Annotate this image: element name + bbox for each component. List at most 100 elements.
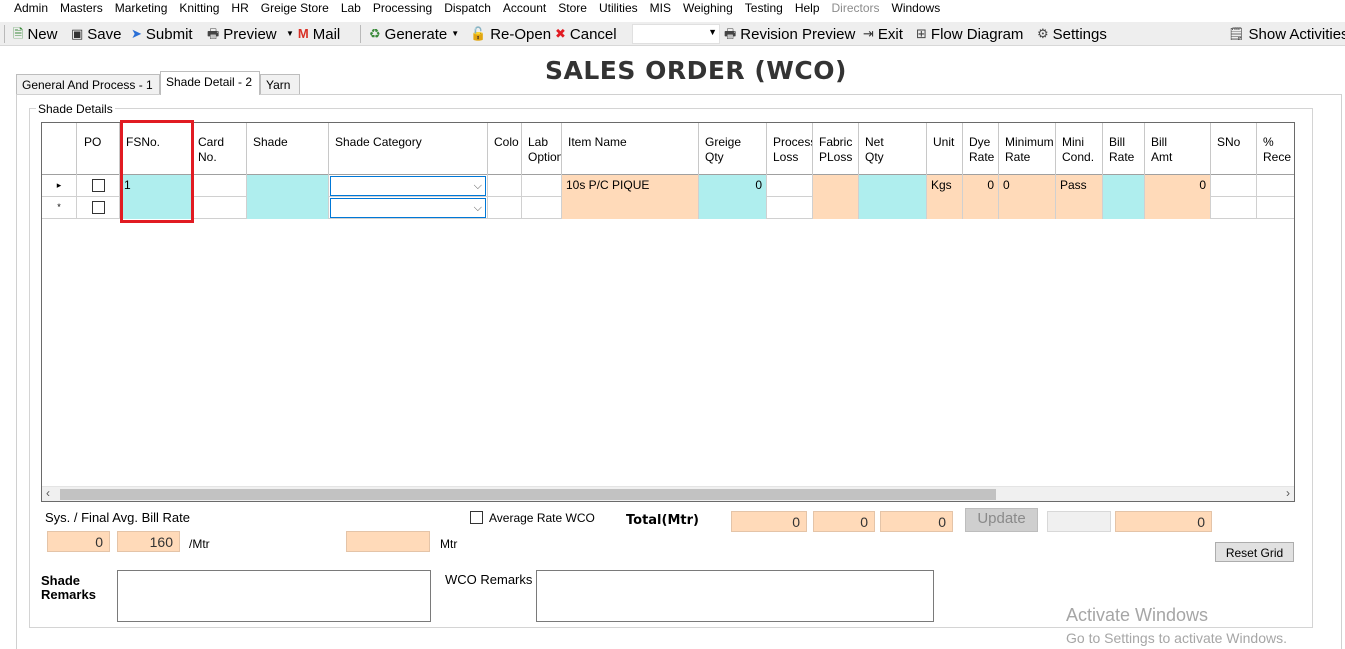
greige-qty-cell[interactable] <box>699 197 767 219</box>
preview-button[interactable]: 🖶 Preview <box>207 25 277 43</box>
mini-cond-cell[interactable] <box>1056 197 1103 219</box>
revision-preview-button[interactable]: 🖶 Revision Preview <box>724 25 855 43</box>
menu-testing[interactable]: Testing <box>739 0 789 16</box>
shade-category-select[interactable]: ⌵ <box>330 176 486 196</box>
col-shade[interactable]: Shade <box>247 123 329 175</box>
scroll-right-icon[interactable]: › <box>1286 486 1290 500</box>
dye-rate-cell[interactable] <box>963 197 999 219</box>
update-button[interactable]: Update <box>965 508 1038 532</box>
mtr-field[interactable] <box>346 531 430 552</box>
minimum-rate-cell[interactable] <box>999 197 1056 219</box>
col-shade-category[interactable]: Shade Category <box>329 123 488 175</box>
unit-cell[interactable] <box>927 197 963 219</box>
new-button[interactable]: 🗎 New <box>13 25 57 43</box>
fabric-ploss-cell[interactable] <box>813 175 859 197</box>
bill-amt-cell[interactable] <box>1145 197 1211 219</box>
bill-amt-cell[interactable]: 0 <box>1145 175 1211 197</box>
col-dye-rate[interactable]: Dye Rate <box>963 123 999 175</box>
table-row[interactable]: * ⌵ <box>42 197 1294 219</box>
shade-category-cell[interactable]: ⌵ <box>329 197 488 219</box>
col-unit[interactable]: Unit <box>927 123 963 175</box>
col-bill-amt[interactable]: Bill Amt <box>1145 123 1211 175</box>
mini-cond-cell[interactable]: Pass <box>1056 175 1103 197</box>
col-colo[interactable]: Colo <box>488 123 522 175</box>
menu-knitting[interactable]: Knitting <box>173 0 225 16</box>
table-row[interactable]: ▸ 1 ⌵ 10s P/C PIQUE 0 Kgs 0 0 Pass 0 <box>42 175 1294 197</box>
fabric-ploss-cell[interactable] <box>813 197 859 219</box>
tab-yarn[interactable]: Yarn <box>260 74 300 94</box>
menu-hr[interactable]: HR <box>225 0 254 16</box>
col-card-no[interactable]: Card No. <box>192 123 247 175</box>
shade-category-select[interactable]: ⌵ <box>330 198 486 218</box>
col-bill-rate[interactable]: Bill Rate <box>1103 123 1145 175</box>
settings-button[interactable]: ⚙ Settings <box>1037 25 1107 43</box>
total-field-2[interactable]: 0 <box>813 511 875 532</box>
net-qty-cell[interactable] <box>859 175 927 197</box>
item-name-cell[interactable]: 10s P/C PIQUE <box>562 175 699 197</box>
horizontal-scrollbar[interactable]: ‹ › <box>42 486 1294 501</box>
cancel-button[interactable]: ✖ Cancel <box>555 25 617 43</box>
col-fabric-ploss[interactable]: Fabric PLoss <box>813 123 859 175</box>
shade-cell[interactable] <box>247 197 329 219</box>
tab-shade-detail[interactable]: Shade Detail - 2 <box>160 71 260 95</box>
rece-cell[interactable] <box>1257 197 1294 219</box>
shade-category-cell[interactable]: ⌵ <box>329 175 488 197</box>
menu-admin[interactable]: Admin <box>0 0 54 16</box>
wco-remarks-input[interactable] <box>536 570 934 622</box>
menu-account[interactable]: Account <box>497 0 552 16</box>
col-process-loss[interactable]: Process Loss <box>767 123 813 175</box>
scroll-left-icon[interactable]: ‹ <box>46 486 50 500</box>
submit-button[interactable]: ➤ Submit <box>131 25 193 43</box>
card-no-cell[interactable] <box>192 197 247 219</box>
menu-marketing[interactable]: Marketing <box>109 0 174 16</box>
tab-general-and-process[interactable]: General And Process - 1 <box>16 74 160 94</box>
save-button[interactable]: ▣ Save <box>71 25 122 43</box>
col-lab-option[interactable]: Lab Option <box>522 123 562 175</box>
col-rece[interactable]: % Rece <box>1257 123 1294 175</box>
final-rate-field[interactable]: 160 <box>117 531 180 552</box>
generate-button[interactable]: ♻ Generate ▼ <box>369 25 463 43</box>
average-rate-wco-checkbox[interactable] <box>470 511 483 524</box>
lab-option-cell[interactable] <box>522 197 562 219</box>
col-greige-qty[interactable]: Greige Qty <box>699 123 767 175</box>
menu-processing[interactable]: Processing <box>367 0 438 16</box>
sno-cell[interactable] <box>1211 175 1257 197</box>
lab-option-cell[interactable] <box>522 175 562 197</box>
total-field-1[interactable]: 0 <box>731 511 807 532</box>
menu-windows[interactable]: Windows <box>886 0 947 16</box>
sno-cell[interactable] <box>1211 197 1257 219</box>
shade-grid[interactable]: PO FSNo. Card No. Shade Shade Category C… <box>41 122 1295 502</box>
sys-rate-field[interactable]: 0 <box>47 531 110 552</box>
process-loss-cell[interactable] <box>767 175 813 197</box>
po-checkbox[interactable] <box>92 179 105 192</box>
col-mini-cond[interactable]: Mini Cond. <box>1056 123 1103 175</box>
net-qty-cell[interactable] <box>859 197 927 219</box>
bill-rate-cell[interactable] <box>1103 175 1145 197</box>
card-no-cell[interactable] <box>192 175 247 197</box>
colo-cell[interactable] <box>488 175 522 197</box>
show-activities-button[interactable]: 🗒 Show Activities <box>1228 25 1345 43</box>
unit-cell[interactable]: Kgs <box>927 175 963 197</box>
menu-utilities[interactable]: Utilities <box>593 0 644 16</box>
menu-weighing[interactable]: Weighing <box>677 0 739 16</box>
exit-button[interactable]: ⇥ Exit <box>863 25 903 43</box>
menu-masters[interactable]: Masters <box>54 0 109 16</box>
menu-lab[interactable]: Lab <box>335 0 367 16</box>
greige-qty-cell[interactable]: 0 <box>699 175 767 197</box>
menu-greige-store[interactable]: Greige Store <box>255 0 335 16</box>
item-name-cell[interactable] <box>562 197 699 219</box>
rece-cell[interactable] <box>1257 175 1294 197</box>
process-loss-cell[interactable] <box>767 197 813 219</box>
po-cell[interactable] <box>77 197 120 219</box>
total-field-3[interactable]: 0 <box>880 511 953 532</box>
shade-remarks-input[interactable] <box>117 570 431 622</box>
col-net-qty[interactable]: Net Qty <box>859 123 927 175</box>
col-sno[interactable]: SNo <box>1211 123 1257 175</box>
po-cell[interactable] <box>77 175 120 197</box>
menu-store[interactable]: Store <box>552 0 593 16</box>
minimum-rate-cell[interactable]: 0 <box>999 175 1056 197</box>
shade-cell[interactable] <box>247 175 329 197</box>
menu-dispatch[interactable]: Dispatch <box>438 0 497 16</box>
flow-diagram-button[interactable]: ⊞ Flow Diagram <box>916 25 1023 43</box>
toolbar-combo[interactable]: ▼ <box>632 24 720 44</box>
